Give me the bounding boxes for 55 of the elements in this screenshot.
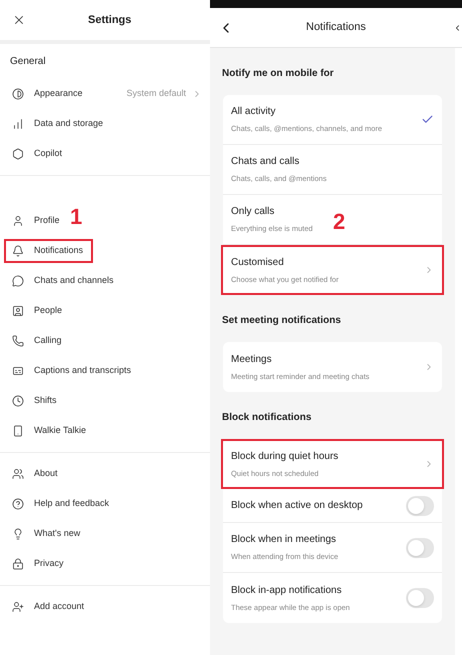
option-title: All activity — [231, 105, 276, 120]
settings-item[interactable]: Profile — [4, 209, 70, 233]
appearance-value: System default — [126, 87, 186, 100]
settings-item[interactable]: Data and storage — [4, 112, 114, 136]
back-icon[interactable] — [453, 22, 462, 32]
settings-item[interactable]: Calling — [4, 329, 72, 353]
option-title: Block when in meetings — [231, 533, 338, 548]
person-icon — [12, 215, 24, 227]
bell-icon — [12, 245, 24, 257]
settings-item[interactable]: Notifications — [4, 239, 94, 263]
add-person-icon — [12, 601, 24, 613]
bar-chart-icon — [12, 118, 24, 130]
settings-item[interactable]: What's new — [4, 522, 90, 546]
hexagon-icon — [12, 148, 24, 160]
option-title: Customised — [231, 256, 285, 270]
people-icon — [12, 468, 24, 480]
settings-item[interactable]: Appearance — [4, 82, 93, 106]
option-title: Chats and calls — [231, 155, 300, 170]
settings-item[interactable]: Chats and channels — [4, 269, 124, 293]
section-heading: Notify me on mobile for — [222, 67, 335, 81]
settings-item[interactable]: Walkie Talkie — [4, 419, 96, 443]
toggle-switch[interactable] — [406, 588, 434, 608]
section-heading: General — [9, 55, 47, 69]
section-heading: Block notifications — [222, 411, 312, 425]
notifications-title: Notifications — [306, 20, 366, 36]
notification-option[interactable]: Block when active on desktop — [223, 489, 442, 523]
settings-item[interactable]: Shifts — [4, 389, 67, 413]
option-title: Block in-app notifications — [231, 584, 343, 598]
settings-item[interactable]: About — [4, 462, 68, 486]
option-title: Block during quiet hours — [231, 450, 340, 464]
section-heading: Set meeting notifications — [222, 314, 342, 328]
settings-item[interactable]: Captions and transcripts — [4, 359, 142, 383]
settings-item[interactable]: Help and feedback — [4, 492, 120, 516]
contact-card-icon — [12, 305, 24, 317]
option-title: Meetings — [231, 352, 273, 367]
close-icon[interactable] — [12, 13, 26, 27]
option-title: Only calls — [231, 205, 276, 220]
contrast-icon — [12, 88, 24, 100]
clock-icon — [12, 395, 24, 407]
settings-item[interactable]: Privacy — [4, 552, 74, 576]
step-marker: 2 — [333, 211, 346, 233]
chat-bubble-icon — [12, 275, 24, 287]
lightbulb-icon — [12, 528, 24, 540]
step-marker: 1 — [70, 206, 82, 228]
toggle-switch[interactable] — [406, 496, 434, 516]
settings-title: Settings — [88, 12, 132, 28]
phone-icon — [12, 335, 24, 347]
toggle-switch[interactable] — [406, 538, 434, 558]
settings-item[interactable]: Add account — [4, 595, 94, 619]
lock-icon — [12, 558, 24, 570]
settings-item[interactable]: People — [4, 299, 72, 323]
settings-item[interactable]: Copilot — [4, 142, 72, 166]
help-icon — [12, 498, 24, 510]
captions-icon — [12, 365, 24, 377]
option-title: Block when active on desktop — [231, 499, 364, 513]
